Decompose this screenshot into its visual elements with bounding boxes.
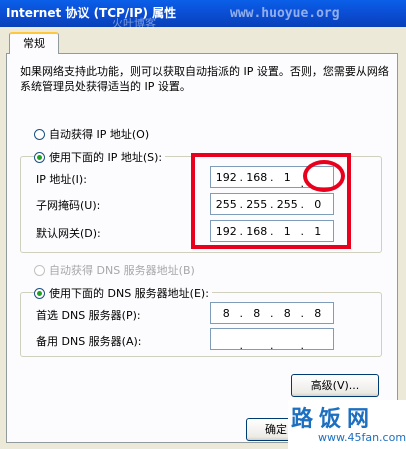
radio-manual-ip-label: 使用下面的 IP 地址(S): [49,151,163,164]
radio-auto-dns-label: 自动获得 DNS 服务器地址(B) [49,264,195,277]
radio-manual-dns-label: 使用下面的 DNS 服务器地址(E): [49,287,209,300]
alternate-dns-label: 备用 DNS 服务器(A): [36,335,142,348]
title-bar: Internet 协议 (TCP/IP) 属性 [0,0,406,27]
radio-manual-dns[interactable]: 使用下面的 DNS 服务器地址(E): [34,285,212,301]
radio-auto-ip-label: 自动获得 IP 地址(O) [49,128,150,141]
annotation-red-circle [303,160,345,192]
radio-button-selected[interactable] [34,151,45,163]
ip-octet: 8 [240,307,273,320]
ip-octet: 8 [222,306,230,320]
gateway-label: 默认网关(D): [36,227,101,240]
watermark-site: www.huoyue.org [230,6,340,21]
radio-manual-ip[interactable]: 使用下面的 IP 地址(S): [34,149,166,165]
ip-octet: 8 [301,307,334,320]
watermark-brand-url: www.45fan.com [318,431,406,444]
advanced-button[interactable]: 高级(V)... [291,374,379,397]
preferred-dns-label: 首选 DNS 服务器(P): [36,309,141,322]
radio-button-disabled[interactable] [34,264,45,276]
description-text: 如果网络支持此功能，则可以获取自动指派的 IP 设置。否则，您需要从网络系统管理… [20,65,389,93]
alternate-dns-input[interactable] [210,328,334,352]
radio-button-selected[interactable] [34,287,45,299]
radio-auto-ip[interactable]: 自动获得 IP 地址(O) [34,126,149,142]
radio-auto-dns[interactable]: 自动获得 DNS 服务器地址(B) [34,262,195,278]
preferred-dns-input[interactable]: 8 8 8 8 [210,302,334,324]
subnet-mask-label: 子网掩码(U): [36,199,101,212]
watermark-small: 火叶博客 [112,17,156,30]
tab-general[interactable]: 常规 [9,32,59,54]
radio-button[interactable] [34,128,45,140]
ip-address-label: IP 地址(I): [36,173,87,186]
ip-octet: 8 [270,307,303,320]
watermark-brand: 路饭网 [291,407,376,432]
